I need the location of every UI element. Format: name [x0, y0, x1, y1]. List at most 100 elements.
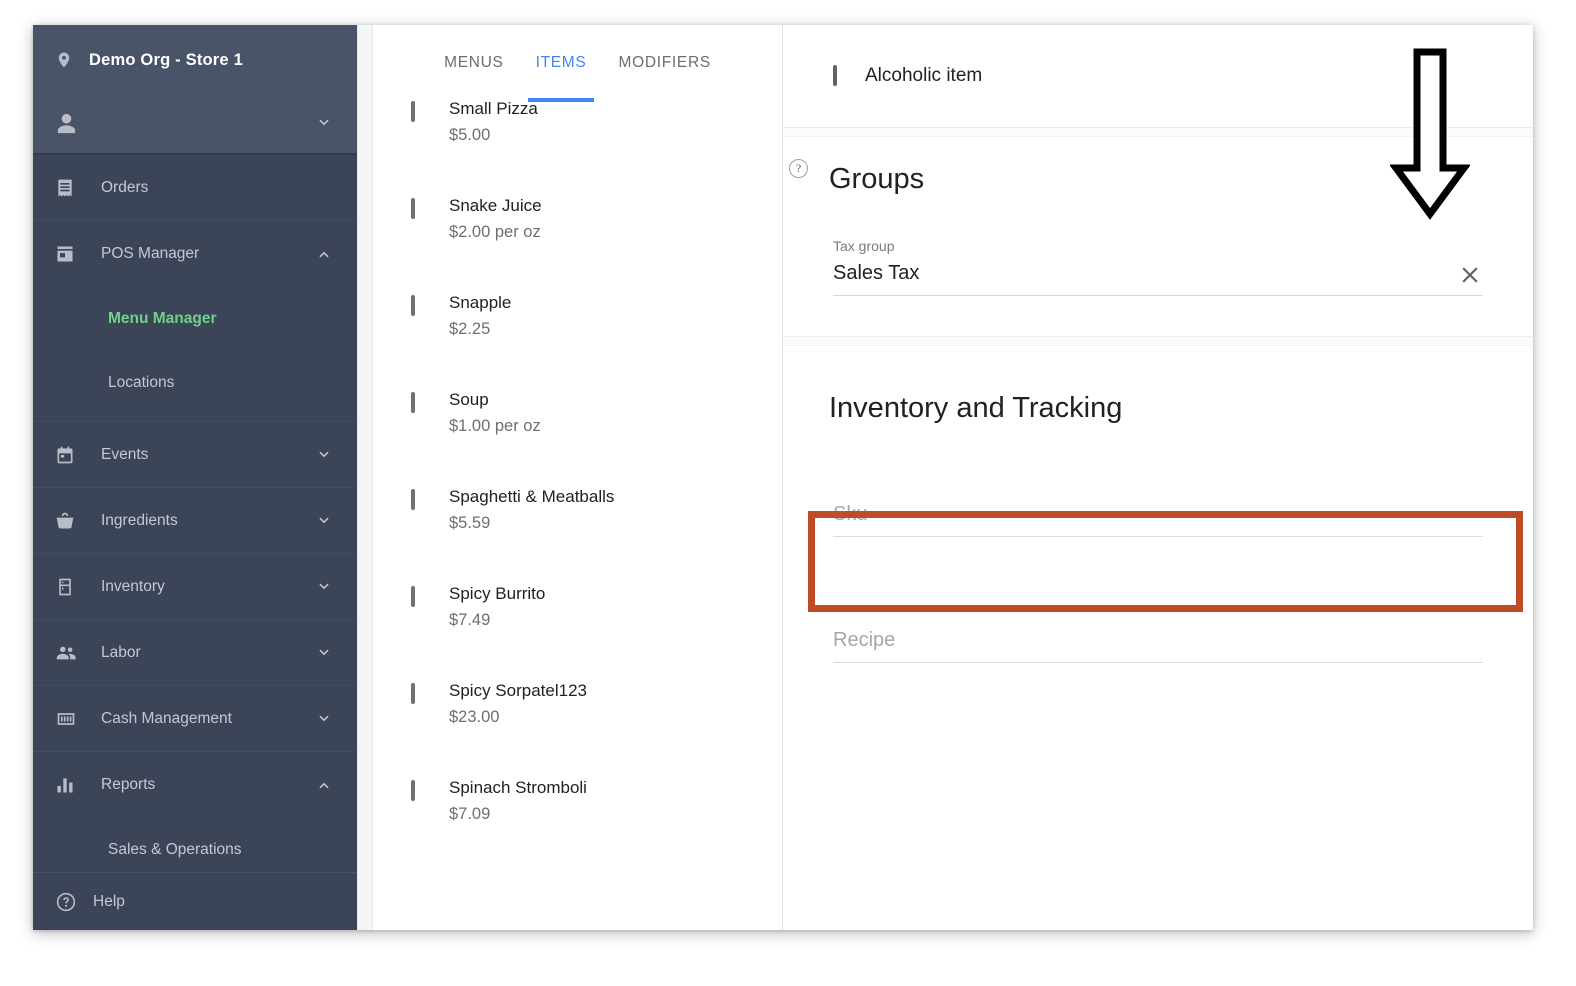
- sidebar-item-labor[interactable]: Labor: [33, 620, 357, 686]
- item-checkbox[interactable]: [411, 101, 415, 122]
- receipt-icon: [55, 178, 85, 198]
- sidebar-item-menu-manager[interactable]: Menu Manager: [33, 287, 357, 351]
- location-pin-icon: [55, 49, 73, 71]
- fridge-icon: [55, 577, 85, 597]
- item-checkbox[interactable]: [411, 295, 415, 316]
- list-item[interactable]: Snapple $2.25: [373, 285, 782, 382]
- person-icon: [55, 112, 78, 135]
- recipe-field[interactable]: Recipe: [833, 537, 1483, 663]
- list-item[interactable]: Small Pizza $5.00: [373, 91, 782, 188]
- groups-title: Groups: [829, 163, 925, 195]
- tab-label: MODIFIERS: [618, 54, 711, 71]
- sidebar-item-orders[interactable]: Orders: [33, 155, 357, 221]
- sidebar-help-label: Help: [93, 892, 125, 910]
- recipe-placeholder[interactable]: Recipe: [833, 623, 1483, 663]
- sidebar-item-label: Events: [101, 445, 149, 463]
- sidebar-org-name: Demo Org - Store 1: [89, 50, 243, 69]
- panel-gutter: [357, 25, 373, 930]
- sidebar-item-ingredients[interactable]: Ingredients: [33, 488, 357, 554]
- list-item[interactable]: Spaghetti & Meatballs $5.59: [373, 479, 782, 576]
- item-name: Snake Juice: [449, 196, 542, 215]
- store-icon: [55, 244, 85, 264]
- sidebar-item-label: Labor: [101, 643, 141, 661]
- item-name: Spicy Sorpatel123: [449, 681, 587, 700]
- item-price: $5.59: [449, 514, 491, 532]
- alcoholic-item-checkbox[interactable]: [833, 65, 837, 86]
- inventory-tracking-section: Inventory and Tracking Sku Recipe: [783, 346, 1533, 663]
- chevron-down-icon[interactable]: [313, 576, 335, 598]
- section-divider: [783, 336, 1533, 346]
- tab-label: ITEMS: [535, 54, 587, 71]
- tab-menus[interactable]: MENUS: [428, 25, 519, 101]
- item-price: $23.00: [449, 708, 500, 726]
- chevron-down-icon[interactable]: [313, 642, 335, 664]
- list-item[interactable]: Spinach Stromboli $7.09: [373, 770, 782, 867]
- tax-group-label: Tax group: [833, 238, 895, 254]
- basket-icon: [55, 511, 85, 531]
- chevron-up-icon[interactable]: [313, 774, 335, 796]
- sidebar-submenu-pos-manager: Menu Manager Locations: [33, 287, 357, 422]
- help-circle-icon: [55, 891, 77, 913]
- item-detail-panel: Alcoholic item ? Groups Tax group Sales …: [783, 25, 1533, 930]
- people-icon: [55, 642, 85, 664]
- item-name: Spicy Burrito: [449, 584, 546, 603]
- list-item[interactable]: Spicy Burrito $7.49: [373, 576, 782, 673]
- items-list-panel: $5.00 Small Pizza $5.00 Snake Juice $2.0…: [373, 25, 783, 930]
- tab-items[interactable]: ITEMS: [520, 25, 603, 102]
- chevron-down-icon[interactable]: [313, 708, 335, 730]
- item-checkbox[interactable]: [411, 392, 415, 413]
- sidebar-item-cash-management[interactable]: Cash Management: [33, 686, 357, 752]
- list-item[interactable]: Spicy Sorpatel123 $23.00: [373, 673, 782, 770]
- item-price: $1.00 per oz: [449, 417, 541, 435]
- item-checkbox[interactable]: [411, 198, 415, 219]
- app-window: Demo Org - Store 1 Orders POS Manager Me…: [33, 25, 1533, 930]
- alcoholic-item-row[interactable]: Alcoholic item: [783, 25, 1533, 127]
- sidebar-item-label: Ingredients: [101, 511, 178, 529]
- sidebar-item-label: Inventory: [101, 577, 165, 595]
- sidebar-subitem-label: Locations: [108, 374, 175, 391]
- tax-group-value[interactable]: Sales Tax: [833, 256, 1483, 296]
- sidebar-item-label: POS Manager: [101, 245, 200, 262]
- inventory-title: Inventory and Tracking: [829, 392, 1123, 424]
- item-price: $7.09: [449, 805, 491, 823]
- sidebar-item-reports[interactable]: Reports: [33, 752, 357, 818]
- chevron-down-icon[interactable]: [313, 444, 335, 466]
- chevron-up-icon[interactable]: [313, 243, 335, 265]
- cash-drawer-icon: [55, 709, 85, 729]
- tab-modifiers[interactable]: MODIFIERS: [602, 25, 726, 101]
- item-name: Snapple: [449, 293, 512, 312]
- calendar-icon: [55, 445, 85, 465]
- sidebar-subitem-label: Sales & Operations: [108, 841, 242, 858]
- chevron-down-icon[interactable]: [313, 510, 335, 532]
- sidebar-help[interactable]: Help: [33, 872, 357, 930]
- groups-section: ? Groups Tax group Sales Tax Reporting g…: [783, 137, 1533, 612]
- sidebar-item-pos-manager[interactable]: POS Manager: [33, 221, 357, 287]
- item-checkbox[interactable]: [411, 780, 415, 801]
- item-price: $7.49: [449, 611, 491, 629]
- close-icon[interactable]: [1457, 262, 1483, 288]
- item-price: $2.25: [449, 320, 491, 338]
- list-item[interactable]: Snake Juice $2.00 per oz: [373, 188, 782, 285]
- tab-bar: MENUS ITEMS MODIFIERS: [373, 25, 782, 102]
- sidebar-item-locations[interactable]: Locations: [33, 351, 357, 415]
- list-item[interactable]: Soup $1.00 per oz: [373, 382, 782, 479]
- sidebar-item-inventory[interactable]: Inventory: [33, 554, 357, 620]
- groups-help-button[interactable]: ?: [789, 159, 808, 178]
- tax-group-field[interactable]: Tax group Sales Tax: [833, 196, 1483, 296]
- sku-field[interactable]: Sku: [833, 425, 1483, 537]
- sidebar-item-label: Reports: [101, 776, 156, 793]
- sidebar-subitem-label: Menu Manager: [108, 310, 217, 327]
- sidebar-item-events[interactable]: Events: [33, 422, 357, 488]
- sidebar-item-label: Orders: [101, 178, 149, 196]
- alcoholic-block: Alcoholic item: [783, 25, 1533, 127]
- sku-placeholder[interactable]: Sku: [833, 497, 1483, 537]
- item-checkbox[interactable]: [411, 586, 415, 607]
- sidebar-header: Demo Org - Store 1: [33, 25, 357, 155]
- sidebar-user-menu[interactable]: [33, 93, 357, 155]
- item-checkbox[interactable]: [411, 683, 415, 704]
- item-checkbox[interactable]: [411, 489, 415, 510]
- item-name: Spaghetti & Meatballs: [449, 487, 615, 506]
- sidebar-org-selector[interactable]: Demo Org - Store 1: [33, 27, 357, 93]
- chevron-down-icon[interactable]: [313, 112, 335, 134]
- items-scroll-area[interactable]: $5.00 Small Pizza $5.00 Snake Juice $2.0…: [373, 25, 782, 930]
